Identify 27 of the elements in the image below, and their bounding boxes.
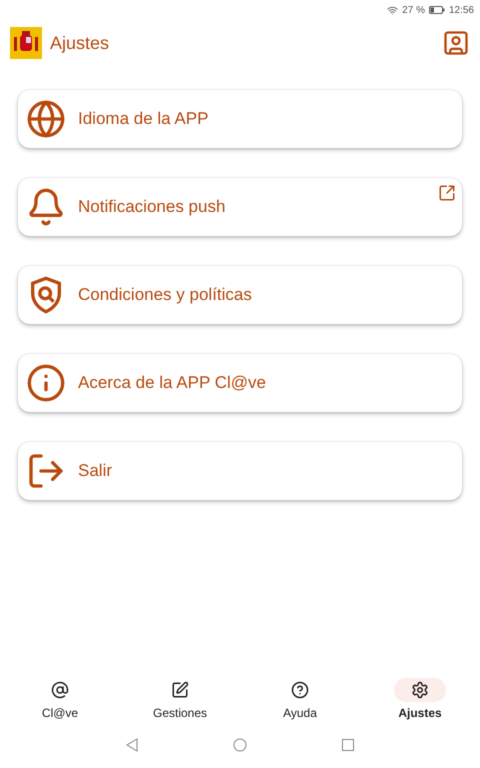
settings-icon bbox=[411, 681, 429, 699]
battery-icon bbox=[428, 6, 445, 14]
wifi-icon bbox=[387, 4, 398, 16]
profile-icon[interactable] bbox=[442, 29, 470, 57]
help-icon bbox=[291, 681, 309, 699]
emblem-drawing bbox=[10, 27, 42, 59]
battery-percent: 27 % bbox=[402, 4, 425, 16]
recents-icon[interactable] bbox=[342, 739, 354, 751]
edit-icon bbox=[171, 681, 189, 699]
back-icon[interactable] bbox=[126, 738, 138, 752]
home-icon[interactable] bbox=[233, 738, 247, 752]
settings-item[interactable]: Condiciones y políticas bbox=[18, 266, 462, 324]
globe-icon bbox=[26, 99, 66, 139]
settings-item[interactable]: Notificaciones push bbox=[18, 178, 462, 236]
at-sign-icon bbox=[51, 681, 69, 699]
settings-item[interactable]: Salir bbox=[18, 442, 462, 500]
nav-label[interactable]: Cl@ve bbox=[42, 706, 78, 720]
nav-label[interactable]: Ajustes bbox=[398, 706, 442, 720]
nav-label[interactable]: Ayuda bbox=[283, 706, 317, 720]
settings-item[interactable]: Acerca de la APP Cl@ve bbox=[18, 354, 462, 412]
page-title: Ajustes bbox=[50, 32, 110, 54]
external-link-icon bbox=[438, 184, 456, 202]
nav-label[interactable]: Gestiones bbox=[152, 706, 208, 720]
info-icon bbox=[26, 363, 66, 403]
nav-tab-indicator[interactable] bbox=[394, 678, 446, 702]
settings-item[interactable]: Idioma de la APP bbox=[18, 90, 462, 148]
clock-time: 12:56 bbox=[448, 4, 474, 16]
